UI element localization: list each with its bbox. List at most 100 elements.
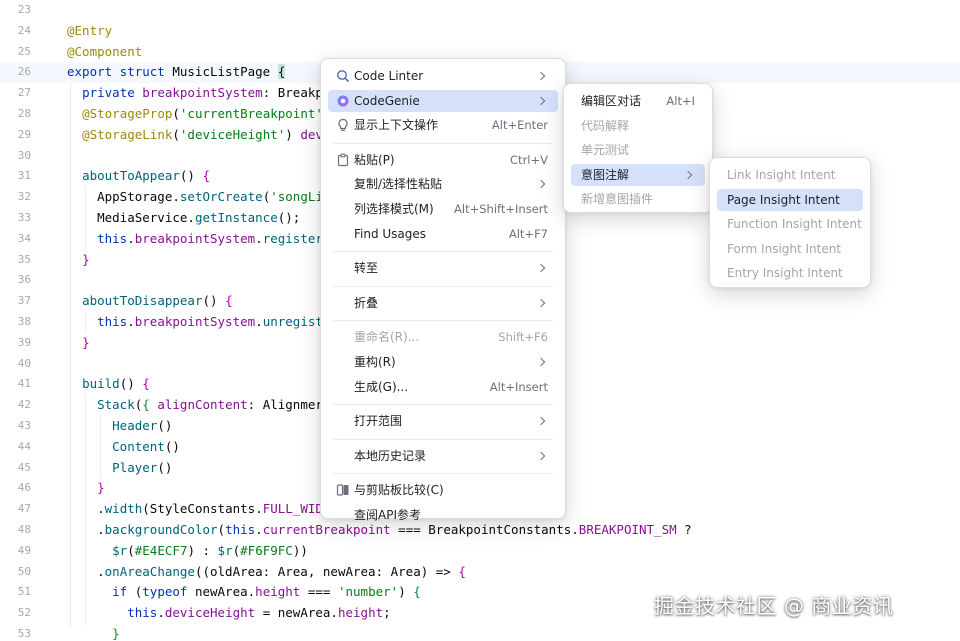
code-text: } bbox=[67, 624, 120, 641]
context-menu-item[interactable]: 显示上下文操作 Alt+Enter bbox=[328, 114, 558, 136]
menu-item-label: 折叠 bbox=[354, 295, 379, 310]
menu-separator bbox=[333, 285, 553, 287]
line-number: 34 bbox=[17, 231, 31, 245]
code-line[interactable]: 24 @Entry bbox=[0, 21, 960, 42]
insight-intent-submenu[interactable]: Link Insight Intent Page Insight Intent Fu… bbox=[709, 157, 871, 288]
menu-item-label: 单元测试 bbox=[581, 143, 630, 158]
code-token: alignContent bbox=[157, 397, 248, 413]
code-token: this bbox=[97, 230, 128, 246]
code-token: () bbox=[157, 418, 173, 433]
code-token: this bbox=[127, 605, 158, 621]
code-linter-icon bbox=[336, 65, 350, 87]
line-number: 49 bbox=[17, 543, 31, 557]
menu-item-label: Page Insight Intent bbox=[727, 192, 840, 207]
chevron-right-icon bbox=[536, 96, 546, 105]
line-number: 26 bbox=[17, 65, 31, 79]
context-menu-item[interactable]: Find Usages Alt+F7 bbox=[328, 223, 558, 245]
code-token: = newArea. bbox=[255, 605, 338, 621]
menu-separator bbox=[333, 404, 553, 406]
menu-item-label: Form Insight Intent bbox=[727, 241, 842, 256]
line-number: 50 bbox=[17, 564, 31, 578]
watermark: 掘金技术社区 @ 商业资讯 bbox=[654, 594, 894, 618]
code-text: @Component bbox=[67, 42, 142, 63]
codegenie-menu-item[interactable]: 编辑区对话 Alt+I bbox=[571, 90, 705, 112]
context-menu-item[interactable]: 粘贴(P) Ctrl+V bbox=[328, 149, 558, 171]
code-line[interactable]: 23 bbox=[0, 0, 960, 21]
code-token: 'songLi bbox=[270, 189, 323, 205]
code-token: : Breakp bbox=[262, 85, 323, 101]
line-number: 40 bbox=[17, 356, 31, 370]
code-token: backgroundColor bbox=[104, 522, 218, 537]
code-token: . bbox=[127, 230, 135, 246]
menu-item-label: 意图注解 bbox=[581, 167, 630, 182]
code-token: height bbox=[337, 605, 384, 621]
menu-item-label: Find Usages bbox=[354, 226, 427, 241]
indent-guide bbox=[100, 416, 101, 478]
line-number: 23 bbox=[17, 3, 31, 16]
code-token: } bbox=[97, 480, 105, 496]
context-menu-item[interactable]: 本地历史记录 bbox=[328, 445, 558, 467]
code-text: .width(StyleConstants.FULL_WID bbox=[67, 499, 323, 520]
code-line[interactable]: 50 .onAreaChange((oldArea: Area, newArea… bbox=[0, 562, 960, 583]
code-token: height bbox=[255, 584, 301, 600]
context-menu-item[interactable]: 与剪贴板比较(C) bbox=[328, 479, 558, 501]
menu-separator bbox=[333, 320, 553, 322]
line-number: 27 bbox=[17, 86, 31, 100]
code-line[interactable]: 49 $r(#E4ECF7) : $r(#F6F9FC)) bbox=[0, 541, 960, 562]
line-number: 45 bbox=[17, 460, 31, 474]
code-token: $r bbox=[217, 542, 233, 558]
context-menu-item[interactable]: 重构(R) bbox=[328, 351, 558, 373]
codegenie-menu-item[interactable]: 意图注解 bbox=[571, 163, 705, 186]
code-token: setOrCreate bbox=[179, 189, 263, 205]
menu-item-label: 编辑区对话 bbox=[581, 94, 642, 108]
context-menu-item[interactable]: 查阅API参考 bbox=[328, 504, 558, 526]
code-text: aboutToAppear() { bbox=[67, 166, 210, 187]
line-number: 25 bbox=[17, 44, 31, 58]
code-token: } bbox=[82, 251, 90, 267]
context-menu-item[interactable]: CodeGenie bbox=[328, 89, 558, 112]
code-token: . bbox=[255, 314, 263, 329]
code-token: build bbox=[82, 376, 120, 392]
code-token: () bbox=[119, 376, 143, 392]
menu-item-label: CodeGenie bbox=[354, 93, 420, 108]
menu-item-label: 列选择模式(M) bbox=[354, 202, 434, 216]
context-menu-item[interactable]: 折叠 bbox=[328, 292, 558, 314]
context-menu-item[interactable]: Code Linter bbox=[328, 65, 558, 87]
codegenie-submenu[interactable]: 编辑区对话 Alt+I 代码解释单元测试意图注解新增意图插件 bbox=[563, 83, 713, 213]
context-menu-item[interactable]: 复制/选择性粘贴 bbox=[328, 173, 558, 195]
code-token: { bbox=[413, 584, 421, 600]
chevron-right-icon bbox=[536, 357, 546, 367]
code-text: $r(#E4ECF7) : $r(#F6F9FC)) bbox=[67, 541, 308, 562]
code-token: ) bbox=[285, 126, 301, 142]
line-number: 28 bbox=[17, 107, 31, 120]
code-token: ( bbox=[172, 106, 180, 121]
code-token: ( bbox=[232, 542, 241, 558]
code-token: breakpointSystem bbox=[134, 314, 256, 329]
context-menu-item[interactable]: 生成(G)... Alt+Insert bbox=[328, 376, 558, 398]
menu-item-label: 代码解释 bbox=[581, 118, 630, 133]
context-menu-item[interactable]: 打开范围 bbox=[328, 410, 558, 432]
menu-separator bbox=[333, 251, 553, 253]
codegenie-icon bbox=[336, 90, 350, 112]
code-token: $r bbox=[112, 542, 128, 558]
editor-context-menu[interactable]: Code Linter CodeGenie 显示上下文操作 Alt+Enter 粘贴(P… bbox=[320, 58, 566, 522]
code-token: (); bbox=[277, 210, 301, 225]
context-menu-item[interactable]: 列选择模式(M) Alt+Shift+Insert bbox=[328, 198, 558, 220]
indent-guide bbox=[85, 312, 86, 332]
line-number: 41 bbox=[17, 377, 31, 391]
context-menu-item[interactable]: 转至 bbox=[328, 257, 558, 279]
code-token: if bbox=[112, 584, 135, 600]
menu-separator bbox=[333, 142, 553, 144]
line-number: 52 bbox=[17, 606, 31, 620]
intent-menu-item: Form Insight Intent bbox=[717, 238, 863, 260]
menu-item-label: Entry Insight Intent bbox=[727, 266, 843, 281]
code-token: aboutToAppear bbox=[82, 168, 180, 184]
code-line[interactable]: 53 } bbox=[0, 624, 960, 641]
code-text: this.breakpointSystem.register bbox=[67, 229, 323, 250]
menu-item-label: Code Linter bbox=[354, 69, 424, 83]
codegenie-menu-item: 新增意图插件 bbox=[571, 188, 705, 210]
intent-menu-item[interactable]: Page Insight Intent bbox=[717, 188, 863, 211]
